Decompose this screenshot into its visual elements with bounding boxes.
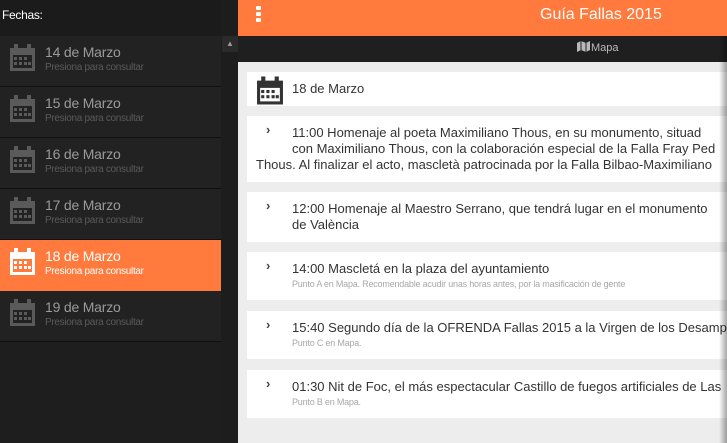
calendar-icon (10, 299, 35, 326)
date-title: 14 de Marzo (45, 44, 121, 60)
date-item-16-marzo[interactable]: 16 de Marzo Presiona para consultar (0, 138, 221, 189)
event-text: 01:30 Nit de Foc, el más espectacular Ca… (292, 379, 722, 394)
scroll-up-arrow-icon[interactable]: ▲ (222, 36, 238, 52)
date-item-17-marzo[interactable]: 17 de Marzo Presiona para consultar (0, 189, 221, 240)
calendar-icon (10, 197, 35, 224)
event-item[interactable]: › 01:30 Nit de Foc, el más espectacular … (247, 370, 727, 418)
date-subtitle: Presiona para consultar (45, 266, 144, 277)
chevron-right-icon: › (266, 376, 271, 391)
calendar-icon (10, 44, 35, 71)
chevron-right-icon: › (266, 317, 271, 332)
event-text: 12:00 Homenaje al Maestro Serrano, que t… (292, 201, 708, 232)
day-label: 18 de Marzo (292, 81, 365, 96)
event-note: Punto B en Mapa. (292, 397, 361, 407)
top-bar: Guía Fallas 2015 (238, 0, 727, 36)
date-item-14-marzo[interactable]: 14 de Marzo Presiona para consultar (0, 36, 221, 87)
event-item[interactable]: › 15:40 Segundo día de la OFRENDA Fallas… (247, 311, 727, 359)
app-title: Guía Fallas 2015 (540, 6, 662, 23)
date-title: 17 de Marzo (45, 197, 121, 213)
main-panel: Guía Fallas 2015 Mapa 18 de Marzo › 11:0… (238, 0, 727, 443)
event-item[interactable]: › 12:00 Homenaje al Maestro Serrano, que… (247, 192, 727, 242)
map-bar: Mapa (238, 36, 727, 62)
date-title: 15 de Marzo (45, 95, 121, 111)
calendar-icon (10, 95, 35, 122)
menu-icon[interactable] (256, 6, 262, 24)
map-icon (577, 41, 590, 52)
date-item-15-marzo[interactable]: 15 de Marzo Presiona para consultar (0, 87, 221, 138)
date-subtitle: Presiona para consultar (45, 164, 144, 175)
date-list: 14 de Marzo Presiona para consultar 15 d… (0, 36, 221, 342)
event-text: 11:00 Homenaje al poeta Maximiliano Thou… (256, 125, 716, 172)
event-text: 15:40 Segundo día de la OFRENDA Fallas 2… (292, 320, 727, 335)
sidebar-header: Fechas: (0, 0, 221, 36)
date-subtitle: Presiona para consultar (45, 62, 144, 73)
event-note: Punto A en Mapa. Recomendable acudir una… (292, 279, 626, 289)
date-subtitle: Presiona para consultar (45, 215, 144, 226)
day-header: 18 de Marzo (247, 72, 727, 106)
date-title: 16 de Marzo (45, 146, 121, 162)
event-text: 14:00 Mascletá en la plaza del ayuntamie… (292, 261, 550, 276)
date-item-18-marzo[interactable]: 18 de Marzo Presiona para consultar (0, 240, 221, 291)
date-subtitle: Presiona para consultar (45, 113, 144, 124)
map-label: Mapa (591, 42, 619, 54)
calendar-icon (10, 146, 35, 173)
date-title: 19 de Marzo (45, 299, 121, 315)
event-item[interactable]: › 11:00 Homenaje al poeta Maximiliano Th… (247, 116, 727, 182)
sidebar: Fechas: 14 de Marzo Presiona para consul… (0, 0, 221, 443)
date-item-19-marzo[interactable]: 19 de Marzo Presiona para consultar (0, 291, 221, 342)
panel-edge-shadow (719, 36, 727, 443)
map-button[interactable]: Mapa (577, 41, 619, 54)
date-subtitle: Presiona para consultar (45, 317, 144, 328)
chevron-right-icon: › (266, 258, 271, 273)
calendar-icon (10, 248, 35, 275)
date-title: 18 de Marzo (45, 248, 121, 264)
calendar-icon (257, 76, 283, 105)
event-item[interactable]: › 14:00 Mascletá en la plaza del ayuntam… (247, 252, 727, 300)
event-note: Punto C en Mapa. (292, 338, 362, 348)
